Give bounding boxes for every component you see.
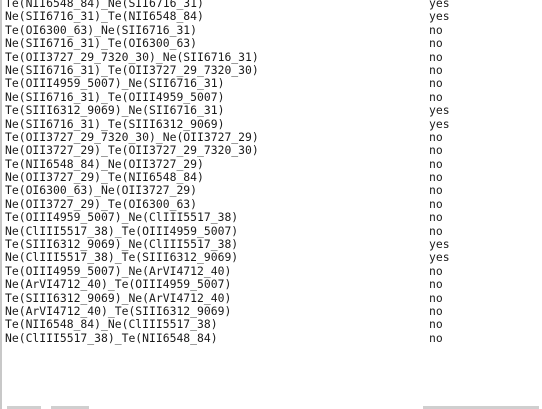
row-key: Ne(ArVI4712_40)_Te(SIII6312_9069) [5,304,232,318]
row-value: no [429,304,443,318]
row-value: no [429,291,443,305]
row-value: no [429,157,443,171]
text-row: Ne(SII6716_31)_Te(OIII4959_5007) no [5,91,542,104]
row-value: no [429,278,443,292]
row-key: Te(OIII4959_5007)_Ne(SII6716_31) [5,77,225,91]
text-row: Te(NII6548_84)_Ne(SII6716_31) yes [5,0,542,10]
text-row: Ne(ArVI4712_40)_Te(SIII6312_9069) no [5,305,542,318]
row-key: Ne(SII6716_31)_Te(OI6300_63) [5,37,198,51]
row-value: no [429,211,443,225]
row-value: yes [429,117,450,131]
text-row: Ne(ArVI4712_40)_Te(OIII4959_5007) no [5,278,542,291]
text-row: Te(SIII6312_9069)_Ne(ClIII5517_38) yes [5,238,542,251]
text-row: Ne(OII3727_29)_Te(OII3727_29_7320_30) no [5,144,542,157]
text-row: Ne(SII6716_31)_Te(OII3727_29_7320_30) no [5,64,542,77]
text-row: Te(OIII4959_5007)_Ne(SII6716_31) no [5,77,542,90]
row-key: Te(OI6300_63)_Ne(OII3727_29) [5,184,198,198]
row-key: Te(NII6548_84)_Ne(OII3727_29) [5,157,204,171]
row-key: Te(NII6548_84)_Ne(ClIII5517_38) [5,318,218,332]
row-value: no [429,63,443,77]
row-value: yes [429,104,450,118]
row-value: yes [429,238,450,252]
text-row: Te(SIII6312_9069)_Ne(SII6716_31) yes [5,104,542,117]
row-key: Ne(SII6716_31)_Te(NII6548_84) [5,10,204,24]
row-key: Ne(SII6716_31)_Te(OIII4959_5007) [5,90,225,104]
text-row: Ne(SII6716_31)_Te(OI6300_63) no [5,37,542,50]
row-value: yes [429,0,450,10]
text-row: Ne(SII6716_31)_Te(NII6548_84) yes [5,10,542,23]
text-row: Te(OII3727_29_7320_30)_Ne(SII6716_31) no [5,51,542,64]
text-row: Te(OII3727_29_7320_30)_Ne(OII3727_29) no [5,131,542,144]
row-value: no [429,197,443,211]
row-value: no [429,184,443,198]
row-key: Ne(ClIII5517_38)_Te(NII6548_84) [5,331,218,345]
row-key: Te(OIII4959_5007)_Ne(ClIII5517_38) [5,211,239,225]
text-row: Ne(SII6716_31)_Te(SIII6312_9069) yes [5,118,542,131]
cutoff-row-fragment [5,403,542,409]
row-key: Ne(ClIII5517_38)_Te(OIII4959_5007) [5,224,239,238]
row-value: no [429,331,443,345]
row-value: no [429,37,443,51]
text-row: Te(OI6300_63)_Ne(SII6716_31) no [5,24,542,37]
row-key: Ne(SII6716_31)_Te(SIII6312_9069) [5,117,225,131]
text-row: Ne(OII3727_29)_Te(NII6548_84) no [5,171,542,184]
row-value: no [429,90,443,104]
row-key: Ne(OII3727_29)_Te(NII6548_84) [5,171,204,185]
text-row: Te(NII6548_84)_Ne(OII3727_29) no [5,158,542,171]
row-key: Te(OII3727_29_7320_30)_Ne(SII6716_31) [5,50,259,64]
row-value: no [429,318,443,332]
row-key: Te(OI6300_63)_Ne(SII6716_31) [5,23,198,37]
row-key: Te(NII6548_84)_Ne(SII6716_31) [5,0,204,10]
row-value: no [429,224,443,238]
text-row: Ne(ClIII5517_38)_Te(OIII4959_5007) no [5,225,542,238]
text-row: Te(OI6300_63)_Ne(OII3727_29) no [5,184,542,197]
text-row: Ne(ClIII5517_38)_Te(SIII6312_9069) yes [5,251,542,264]
text-listing: Te(NII6548_84)_Ne(SII6716_31) yes Ne(SII6… [5,0,542,345]
row-key: Te(OIII4959_5007)_Ne(ArVI4712_40) [5,264,232,278]
left-border [0,0,2,409]
row-key: Ne(ArVI4712_40)_Te(OIII4959_5007) [5,278,232,292]
text-row: Te(OIII4959_5007)_Ne(ClIII5517_38) no [5,211,542,224]
row-value: no [429,23,443,37]
text-row: Te(OIII4959_5007)_Ne(ArVI4712_40) no [5,265,542,278]
row-value: no [429,130,443,144]
row-key: Te(SIII6312_9069)_Ne(ClIII5517_38) [5,238,239,252]
text-row: Te(SIII6312_9069)_Ne(ArVI4712_40) no [5,292,542,305]
row-key: Ne(SII6716_31)_Te(OII3727_29_7320_30) [5,63,259,77]
row-value: no [429,50,443,64]
row-key: Ne(OII3727_29)_Te(OII3727_29_7320_30) [5,144,259,158]
row-value: yes [429,251,450,265]
text-row: Te(NII6548_84)_Ne(ClIII5517_38) no [5,318,542,331]
row-key: Te(SIII6312_9069)_Ne(ArVI4712_40) [5,291,232,305]
row-key: Te(SIII6312_9069)_Ne(SII6716_31) [5,104,225,118]
row-value: no [429,144,443,158]
text-row: Ne(ClIII5517_38)_Te(NII6548_84) no [5,332,542,345]
row-value: no [429,171,443,185]
row-value: no [429,264,443,278]
text-row: Ne(OII3727_29)_Te(OI6300_63) no [5,198,542,211]
row-key: Te(OII3727_29_7320_30)_Ne(OII3727_29) [5,130,259,144]
row-value: yes [429,10,450,24]
text-viewer: Te(NII6548_84)_Ne(SII6716_31) yes Ne(SII6… [0,0,542,409]
row-key: Ne(ClIII5517_38)_Te(SIII6312_9069) [5,251,239,265]
row-key: Ne(OII3727_29)_Te(OI6300_63) [5,197,198,211]
row-value: no [429,77,443,91]
